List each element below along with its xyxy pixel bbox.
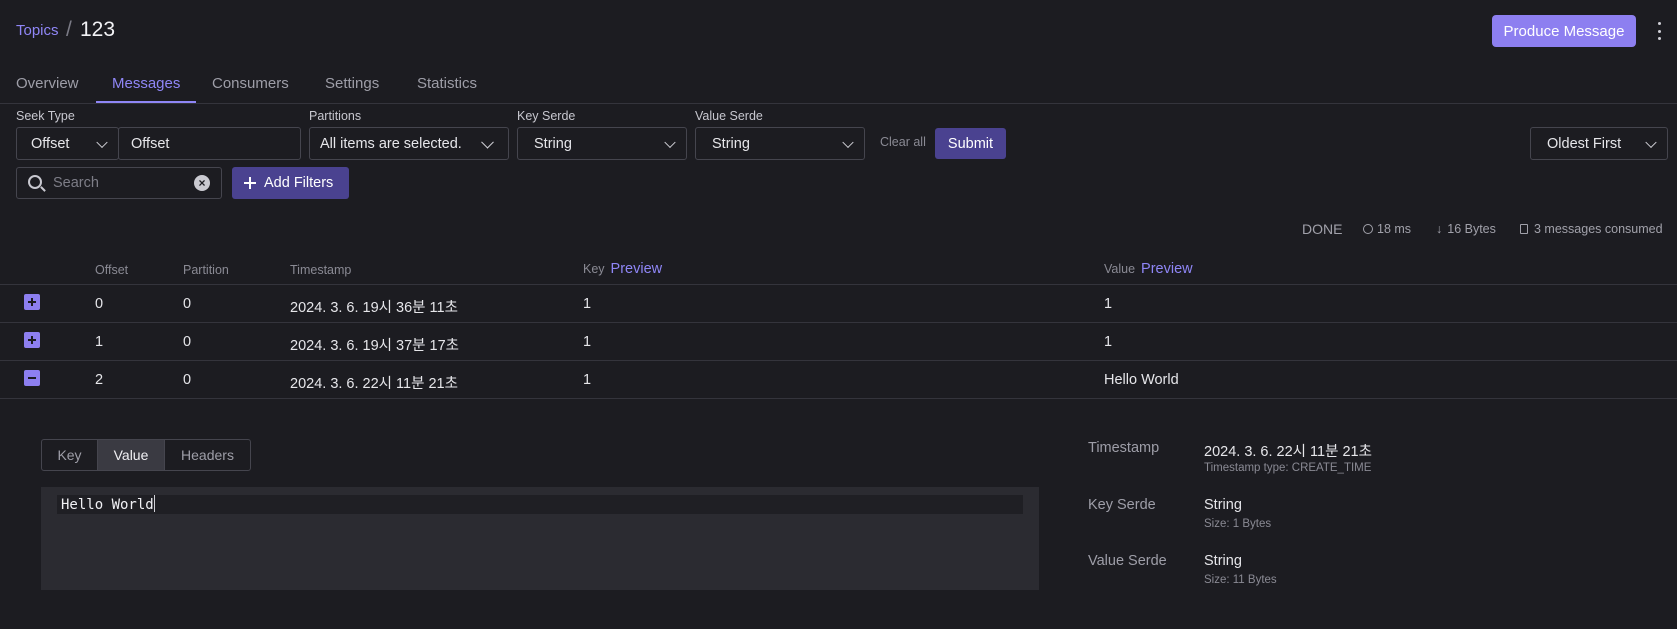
row-offset: 1	[95, 334, 104, 350]
expand-row-icon[interactable]	[24, 332, 40, 348]
column-header-key: Key Preview	[583, 261, 663, 277]
tab-statistics[interactable]: Statistics	[417, 75, 477, 92]
row-value: 1	[1104, 296, 1113, 312]
text-cursor	[153, 495, 155, 512]
page-title: 123	[80, 18, 116, 41]
tab-messages[interactable]: Messages	[112, 75, 180, 92]
value-preview-link[interactable]: Preview	[1141, 261, 1193, 277]
column-header-offset: Offset	[95, 263, 129, 277]
editor-active-line	[57, 495, 1023, 514]
arrow-down-icon: ↓	[1436, 222, 1443, 236]
row-partition: 0	[183, 334, 192, 350]
meta-key-size: Size: 1 Bytes	[1204, 518, 1272, 530]
value-serde-value: String	[712, 135, 750, 152]
plus-icon	[244, 177, 256, 189]
partitions-label: Partitions	[309, 109, 362, 123]
row-key: 1	[583, 372, 592, 388]
clear-search-icon[interactable]: ×	[194, 175, 210, 191]
chevron-down-icon	[664, 136, 676, 148]
more-options-icon[interactable]	[1652, 19, 1666, 43]
seek-type-label: Seek Type	[16, 109, 75, 123]
chevron-down-icon	[481, 135, 494, 149]
column-header-partition: Partition	[183, 263, 229, 277]
detail-tab-key[interactable]: Key	[42, 440, 98, 470]
add-filters-button[interactable]: Add Filters	[232, 167, 349, 199]
key-serde-select[interactable]: String	[517, 127, 687, 160]
tab-overview[interactable]: Overview	[16, 75, 79, 92]
status-text: DONE	[1302, 221, 1343, 237]
value-serde-label: Value Serde	[695, 109, 763, 123]
row-value: Hello World	[1104, 372, 1179, 388]
meta-key-serde-label: Key Serde	[1088, 497, 1156, 513]
meta-key-serde-value: String	[1204, 497, 1242, 513]
row-partition: 0	[183, 296, 192, 312]
search-input[interactable]: Search	[53, 175, 99, 191]
bytes-consumed: ↓ 16 Bytes	[1436, 222, 1496, 236]
breadcrumb-topics-link[interactable]: Topics	[16, 22, 59, 39]
column-header-timestamp: Timestamp	[290, 263, 352, 277]
seek-type-value: Offset	[31, 135, 70, 152]
collapse-row-icon[interactable]	[24, 370, 40, 386]
chevron-down-icon	[96, 136, 108, 148]
meta-value-serde-label: Value Serde	[1088, 553, 1167, 569]
editor-text[interactable]: Hello World	[61, 495, 155, 515]
meta-timestamp-label: Timestamp	[1088, 440, 1160, 456]
partitions-select[interactable]: All items are selected.	[309, 127, 509, 160]
key-serde-label: Key Serde	[517, 109, 576, 123]
column-header-value: Value Preview	[1104, 261, 1193, 277]
search-icon	[28, 175, 42, 189]
table-row[interactable]: 0 0 2024. 3. 6. 19시 36분 11초 1 1	[0, 284, 1677, 322]
key-serde-value: String	[534, 135, 572, 152]
row-value: 1	[1104, 334, 1113, 350]
meta-value-size: Size: 11 Bytes	[1204, 574, 1277, 586]
add-filters-label: Add Filters	[264, 175, 334, 191]
offset-input[interactable]: Offset	[118, 127, 301, 160]
message-content-editor[interactable]: Hello World	[41, 487, 1039, 590]
table-row[interactable]: 1 0 2024. 3. 6. 19시 37분 17초 1 1	[0, 322, 1677, 360]
active-tab-indicator	[96, 101, 196, 103]
breadcrumb-separator: /	[66, 18, 72, 41]
table-row[interactable]: 2 0 2024. 3. 6. 22시 11분 21초 1 Hello Worl…	[0, 360, 1677, 398]
clear-all-button[interactable]: Clear all	[880, 135, 926, 149]
partitions-value: All items are selected.	[320, 135, 462, 152]
tab-settings[interactable]: Settings	[325, 75, 379, 92]
seek-type-select[interactable]: Offset	[16, 127, 119, 160]
row-timestamp: 2024. 3. 6. 22시 11분 21초	[290, 376, 458, 392]
clock-icon	[1363, 224, 1373, 234]
detail-tabs: Key Value Headers	[41, 439, 251, 471]
messages-consumed: 3 messages consumed	[1520, 222, 1663, 236]
offset-input-value: Offset	[131, 135, 170, 152]
row-timestamp: 2024. 3. 6. 19시 36분 11초	[290, 300, 458, 316]
produce-message-button[interactable]: Produce Message	[1492, 15, 1636, 47]
topic-tabs: Overview Messages Consumers Settings Sta…	[0, 70, 1677, 104]
elapsed-time: 18 ms	[1363, 222, 1411, 236]
row-timestamp: 2024. 3. 6. 19시 37분 17초	[290, 338, 460, 354]
row-partition: 0	[183, 372, 192, 388]
chevron-down-icon	[842, 136, 854, 148]
submit-button[interactable]: Submit	[935, 128, 1006, 159]
row-key: 1	[583, 296, 592, 312]
value-serde-select[interactable]: String	[695, 127, 865, 160]
tab-consumers[interactable]: Consumers	[212, 75, 289, 92]
chevron-down-icon	[1645, 136, 1657, 148]
meta-value-serde-value: String	[1204, 553, 1242, 569]
table-divider	[0, 398, 1677, 399]
sort-order-value: Oldest First	[1547, 135, 1622, 152]
meta-timestamp-value: 2024. 3. 6. 22시 11분 21초	[1204, 444, 1372, 460]
sort-order-select[interactable]: Oldest First	[1530, 127, 1668, 160]
document-icon	[1520, 224, 1528, 234]
key-preview-link[interactable]: Preview	[611, 261, 663, 277]
row-key: 1	[583, 334, 592, 350]
search-field[interactable]: Search ×	[16, 167, 222, 199]
detail-tab-headers[interactable]: Headers	[165, 440, 250, 470]
expand-row-icon[interactable]	[24, 294, 40, 310]
row-offset: 0	[95, 296, 104, 312]
meta-timestamp-type: Timestamp type: CREATE_TIME	[1204, 462, 1372, 474]
detail-tab-value[interactable]: Value	[98, 440, 165, 470]
row-offset: 2	[95, 372, 104, 388]
